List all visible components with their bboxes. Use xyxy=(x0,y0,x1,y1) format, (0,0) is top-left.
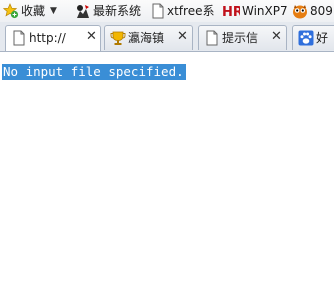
bookmark-item-xtfree[interactable]: xtfree系 xyxy=(151,3,214,19)
system-icon xyxy=(77,5,89,18)
bookmark-item-system[interactable]: 最新系统 xyxy=(75,3,141,19)
favorites-label: 收藏 xyxy=(21,4,46,18)
tab-tishi[interactable]: 提示信 ✕ xyxy=(198,25,287,50)
bookmark-label: 809 xyxy=(310,4,333,18)
page-icon xyxy=(152,3,164,19)
tab-bar: http:// ✕ 瀛海镇 ✕ 提示信 ✕ 好 xyxy=(0,22,334,52)
trophy-icon xyxy=(110,31,126,45)
bookmark-label: WinXP7 xyxy=(242,4,288,18)
bookmark-label: 最新系统 xyxy=(93,4,142,18)
tab-label: 好 xyxy=(316,31,329,45)
favorites-star-icon xyxy=(3,3,19,19)
hr-logo-icon: HR xyxy=(222,5,240,19)
paw-icon xyxy=(298,30,314,46)
close-icon[interactable]: ✕ xyxy=(177,30,188,44)
tab-yinghai[interactable]: 瀛海镇 ✕ xyxy=(104,25,193,50)
svg-text:HR: HR xyxy=(222,5,240,19)
chevron-down-icon[interactable]: ▼ xyxy=(50,3,57,19)
tab-label: http:// xyxy=(29,31,66,45)
tab-http[interactable]: http:// ✕ xyxy=(5,25,101,51)
tab-label: 瀛海镇 xyxy=(128,31,165,45)
bookmark-item-winxp7[interactable]: HR WinXP7 xyxy=(222,3,288,19)
tab-label: 提示信 xyxy=(222,31,259,45)
tab-hao[interactable]: 好 xyxy=(292,25,334,50)
page-icon xyxy=(13,30,25,46)
page-icon xyxy=(206,30,218,46)
favorites-menu[interactable]: 收藏 ▼ xyxy=(3,3,57,19)
error-message: No input file specified. xyxy=(2,64,186,80)
close-icon[interactable]: ✕ xyxy=(86,30,97,44)
page-content: No input file specified. xyxy=(0,52,334,300)
owl-icon xyxy=(293,5,307,19)
close-icon[interactable]: ✕ xyxy=(271,30,282,44)
bookmark-label: xtfree系 xyxy=(167,4,215,18)
bookmark-item-809[interactable]: 809 xyxy=(292,3,333,19)
bookmarks-bar: 收藏 ▼ 最新系统 xtfree系 HR WinXP7 809 xyxy=(0,0,334,22)
